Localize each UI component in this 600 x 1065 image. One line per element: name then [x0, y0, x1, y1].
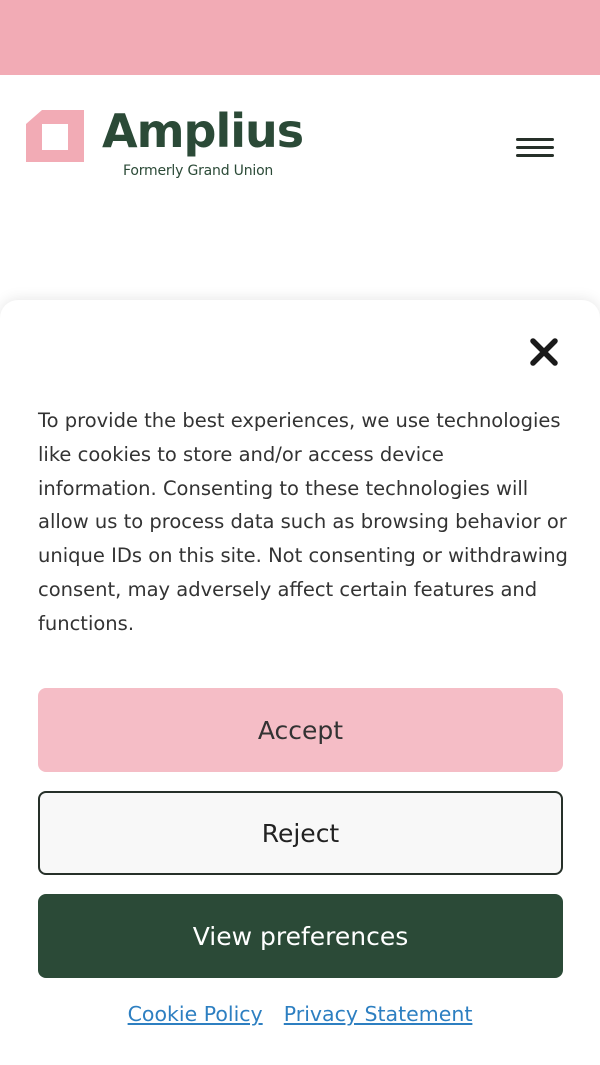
- logo-link[interactable]: Amplius Formerly Grand Union: [26, 104, 316, 187]
- brand-name: Amplius: [102, 104, 304, 158]
- site-header: Amplius Formerly Grand Union: [0, 75, 600, 300]
- consent-message: To provide the best experiences, we use …: [38, 409, 568, 635]
- policy-links: Cookie Policy Privacy Statement: [0, 1002, 600, 1034]
- cookie-consent-panel: To provide the best experiences, we use …: [0, 300, 600, 1065]
- view-preferences-button[interactable]: View preferences: [38, 894, 563, 978]
- hamburger-menu-icon[interactable]: [508, 127, 560, 167]
- privacy-statement-link[interactable]: Privacy Statement: [284, 1002, 473, 1026]
- close-icon[interactable]: [522, 330, 566, 374]
- reject-button[interactable]: Reject: [38, 791, 563, 875]
- accept-button[interactable]: Accept: [38, 688, 563, 772]
- brand-tagline: Formerly Grand Union: [123, 163, 274, 179]
- top-banner: [0, 0, 600, 75]
- cookie-policy-link[interactable]: Cookie Policy: [128, 1002, 263, 1026]
- amplius-logo-mark-icon: [26, 110, 84, 162]
